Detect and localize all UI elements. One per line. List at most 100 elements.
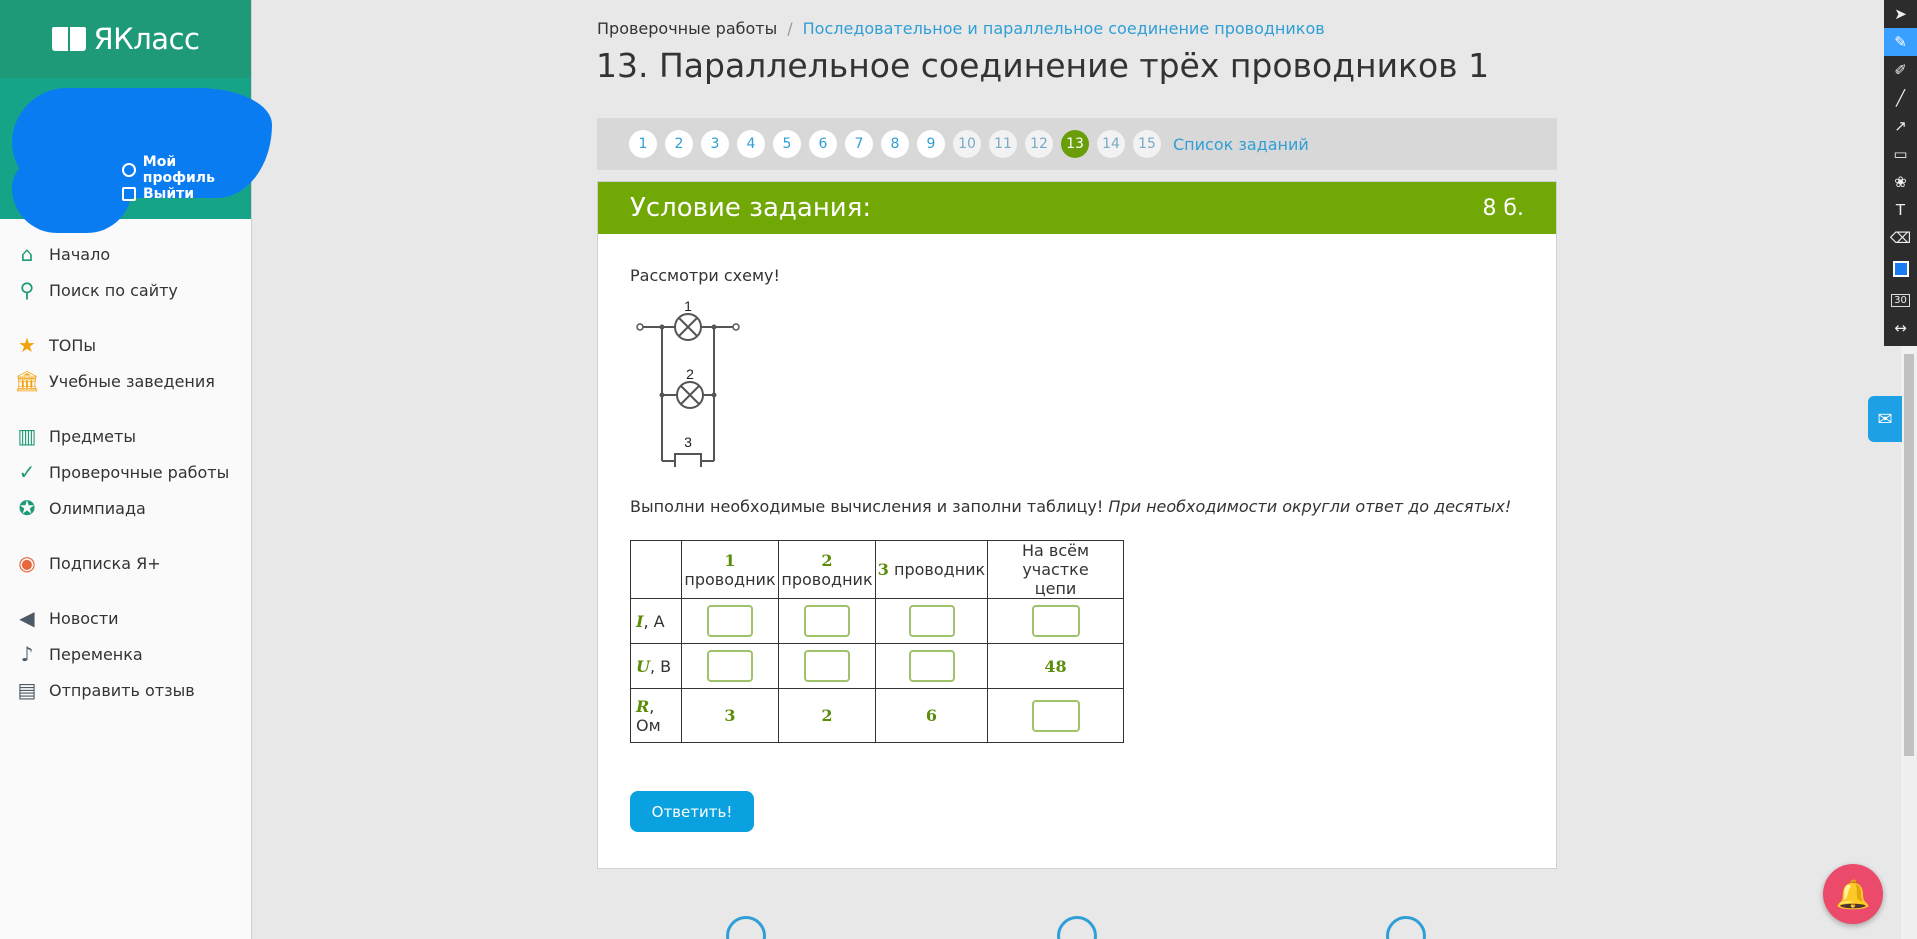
sidebar-item-tests[interactable]: ✓ Проверочные работы bbox=[0, 454, 252, 490]
sidebar-item-schools[interactable]: 🏛 Учебные заведения bbox=[0, 363, 252, 399]
sidebar-item-search[interactable]: ⚲ Поиск по сайту bbox=[0, 272, 252, 308]
task-card: Условие задания: 8 б. Рассмотри схему! 1… bbox=[597, 181, 1557, 869]
answer-input-U2[interactable] bbox=[804, 650, 850, 682]
drawing-toolbar: ➤ ✎ ✐ ╱ ↗ ▭ ❀ T ⌫ 30 ↔ bbox=[1884, 0, 1917, 346]
pager-item-4[interactable]: 4 bbox=[737, 130, 765, 158]
submit-answer-button[interactable]: Ответить! bbox=[630, 791, 754, 832]
star-icon: ★ bbox=[18, 333, 36, 357]
sidebar-item-label: Поиск по сайту bbox=[49, 280, 178, 300]
table-row: U, В 48 bbox=[630, 643, 1124, 689]
expand-icon[interactable]: ↔ bbox=[1884, 314, 1917, 342]
table-header-cell: На всём участке цепи bbox=[987, 540, 1124, 599]
sidebar-item-subscription[interactable]: ◉ Подписка Я+ bbox=[0, 545, 252, 581]
pager-item-1[interactable]: 1 bbox=[629, 130, 657, 158]
mail-icon[interactable]: ✉ bbox=[1868, 396, 1902, 442]
sidebar-item-olympiad[interactable]: ✪ Олимпиада bbox=[0, 490, 252, 526]
task-intro: Рассмотри схему! bbox=[630, 266, 780, 285]
circuit-label-3: 3 bbox=[684, 434, 692, 450]
pager-item-8[interactable]: 8 bbox=[881, 130, 909, 158]
sidebar-item-feedback[interactable]: ▤ Отправить отзыв bbox=[0, 672, 252, 708]
pager-item-10[interactable]: 10 bbox=[953, 130, 981, 158]
my-profile-link[interactable]: Мой профиль bbox=[122, 154, 251, 186]
pager-item-7[interactable]: 7 bbox=[845, 130, 873, 158]
sidebar-item-label: Подписка Я+ bbox=[49, 553, 161, 573]
pager-item-5[interactable]: 5 bbox=[773, 130, 801, 158]
answer-input-I1[interactable] bbox=[707, 605, 753, 637]
resistor-3 bbox=[674, 453, 702, 467]
sidebar: ЯКласс Мой профиль Выйти ⌂ Начало ⚲ Поиск … bbox=[0, 0, 272, 939]
home-icon: ⌂ bbox=[20, 242, 34, 266]
answer-input-U1[interactable] bbox=[707, 650, 753, 682]
pen-icon[interactable]: ✎ bbox=[1884, 28, 1917, 56]
sidebar-item-label: Начало bbox=[49, 244, 111, 264]
pager-item-13[interactable]: 13 bbox=[1061, 130, 1089, 158]
sidebar-item-home[interactable]: ⌂ Начало bbox=[0, 236, 252, 272]
next-task-icon[interactable] bbox=[1386, 916, 1426, 939]
table-cell bbox=[778, 643, 876, 689]
table-corner bbox=[630, 540, 682, 599]
search-icon: ⚲ bbox=[19, 278, 35, 302]
answer-input-I3[interactable] bbox=[908, 605, 955, 637]
answer-input-R-total[interactable] bbox=[1031, 699, 1080, 732]
table-cell bbox=[875, 598, 988, 644]
row-unit: Ом bbox=[636, 715, 661, 735]
cursor-icon[interactable]: ➤ bbox=[1884, 0, 1917, 28]
arrow-icon[interactable]: ↗ bbox=[1884, 112, 1917, 140]
table-cell bbox=[778, 598, 876, 644]
notification-bell-icon[interactable]: 🔔 bbox=[1823, 864, 1883, 924]
pager-item-15[interactable]: 15 bbox=[1133, 130, 1161, 158]
text-icon[interactable]: T bbox=[1884, 196, 1917, 224]
palette-icon[interactable]: ❀ bbox=[1884, 168, 1917, 196]
pager-item-12[interactable]: 12 bbox=[1025, 130, 1053, 158]
prev-task-icon[interactable] bbox=[726, 916, 766, 939]
sidebar-item-label: Отправить отзыв bbox=[49, 680, 195, 700]
exit-icon bbox=[122, 187, 136, 201]
sidebar-item-label: Проверочные работы bbox=[49, 462, 230, 482]
marker-icon[interactable]: ✐ bbox=[1884, 56, 1917, 84]
answer-input-I2[interactable] bbox=[804, 605, 850, 637]
feedback-icon: ▤ bbox=[17, 678, 37, 702]
scrollbar-thumb[interactable] bbox=[1904, 354, 1914, 756]
sidebar-item-label: Переменка bbox=[49, 644, 143, 664]
row-unit: , А bbox=[643, 611, 665, 631]
breadcrumb-separator: / bbox=[787, 19, 793, 38]
pager-item-11[interactable]: 11 bbox=[989, 130, 1017, 158]
task-header-title: Условие задания: bbox=[630, 193, 872, 223]
books-icon: ▥ bbox=[17, 424, 37, 448]
answer-input-I-total[interactable] bbox=[1031, 605, 1080, 637]
profile-box: Мой профиль Выйти bbox=[0, 78, 272, 233]
eraser-icon[interactable]: ⌫ bbox=[1884, 224, 1917, 252]
size-selector[interactable]: 30 bbox=[1884, 286, 1917, 314]
task-list-link[interactable]: Список заданий bbox=[1173, 135, 1309, 154]
breadcrumb-root[interactable]: Проверочные работы bbox=[597, 19, 777, 38]
scrollbar[interactable] bbox=[1901, 346, 1917, 939]
table-row: I, А bbox=[630, 598, 1124, 644]
answer-input-U3[interactable] bbox=[908, 650, 955, 682]
lamp-2 bbox=[676, 381, 704, 409]
pager-item-3[interactable]: 3 bbox=[701, 130, 729, 158]
rectangle-icon[interactable]: ▭ bbox=[1884, 140, 1917, 168]
line-icon[interactable]: ╱ bbox=[1884, 84, 1917, 112]
color-swatch[interactable] bbox=[1884, 252, 1917, 286]
pager-item-6[interactable]: 6 bbox=[809, 130, 837, 158]
sidebar-item-news[interactable]: ◀ Новости bbox=[0, 600, 252, 636]
user-icon bbox=[122, 163, 136, 177]
pager-item-14[interactable]: 14 bbox=[1097, 130, 1125, 158]
pager-item-2[interactable]: 2 bbox=[665, 130, 693, 158]
sidebar-item-subjects[interactable]: ▥ Предметы bbox=[0, 418, 252, 454]
page-title: 13. Параллельное соединение трёх проводн… bbox=[596, 46, 1490, 85]
pager-item-9[interactable]: 9 bbox=[917, 130, 945, 158]
header-num: 3 bbox=[877, 560, 889, 579]
given-value-R1: 3 bbox=[681, 688, 779, 743]
table-row: R, Ом 3 2 6 bbox=[630, 688, 1124, 743]
task-pager: 1 2 3 4 5 6 7 8 9 10 11 12 13 14 15 Спис… bbox=[597, 118, 1557, 170]
sidebar-item-label: Учебные заведения bbox=[49, 371, 215, 391]
logo[interactable]: ЯКласс bbox=[0, 0, 251, 78]
given-value-U-total: 48 bbox=[987, 643, 1124, 689]
sidebar-item-break[interactable]: ♪ Переменка bbox=[0, 636, 252, 672]
header-text: проводник bbox=[684, 569, 776, 589]
sidebar-item-tops[interactable]: ★ ТОПы bbox=[0, 327, 252, 363]
row-var: R bbox=[636, 696, 650, 716]
breadcrumb-current[interactable]: Последовательное и параллельное соединен… bbox=[803, 19, 1325, 38]
up-icon[interactable] bbox=[1057, 916, 1097, 939]
